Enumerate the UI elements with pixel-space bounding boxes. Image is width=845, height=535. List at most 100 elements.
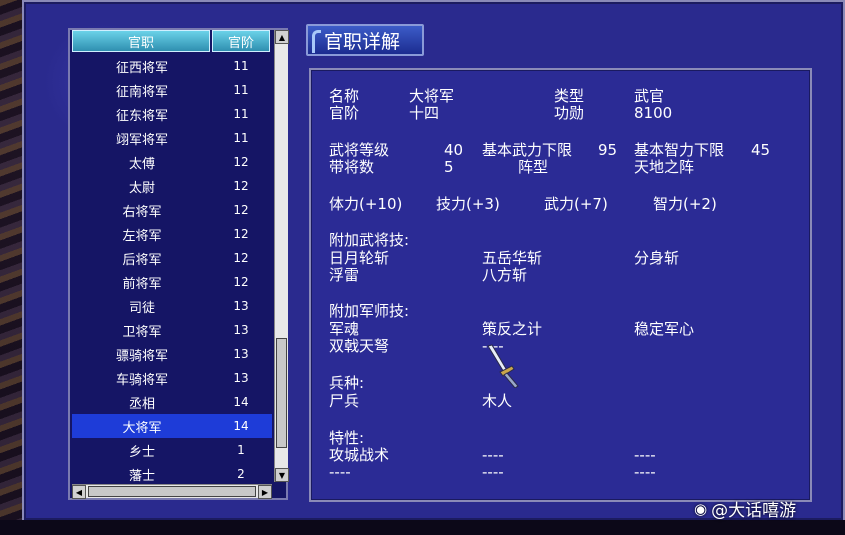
rank-list-item-name: 丞相 xyxy=(128,396,155,412)
rank-list: 征西将军 11 征南将军 11 征东将军 11 翊军将军 11 太傅 12 太尉 12 右将军 12 左将军… xyxy=(72,54,272,486)
rank-list-item-name: 骠骑将军 xyxy=(115,348,168,364)
rank-list-item[interactable]: 后将军 12 xyxy=(72,246,272,270)
rank-list-item-rank: 14 xyxy=(233,419,249,433)
merit-label: 功勋 xyxy=(554,104,585,122)
rank-list-item-rank: 11 xyxy=(233,83,249,97)
rank-list-item-rank: 13 xyxy=(233,371,249,385)
general-skill: 分身斩 xyxy=(634,249,680,267)
rank-list-item[interactable]: 太尉 12 xyxy=(72,174,272,198)
rank-list-item[interactable]: 藩士 2 xyxy=(72,462,272,486)
column-header-name[interactable]: 官职 xyxy=(72,30,210,52)
scroll-left-icon[interactable]: ◀ xyxy=(72,485,86,499)
formation-label: 阵型 xyxy=(518,158,549,176)
trait: ---- xyxy=(482,463,504,481)
column-header-rank[interactable]: 官阶 xyxy=(212,30,270,52)
rank-list-item-name: 左将军 xyxy=(122,228,162,244)
bonus-hp: 体力(+10) xyxy=(329,195,403,213)
rank-list-item-name: 前将军 xyxy=(122,276,162,292)
rank-list-item[interactable]: 骠骑将军 13 xyxy=(72,342,272,366)
generals-value: 5 xyxy=(444,158,454,176)
weibo-icon: ◉ xyxy=(694,499,708,518)
rank-list-item[interactable]: 翊军将军 11 xyxy=(72,126,272,150)
min-force-value: 95 xyxy=(598,141,618,159)
rank-value: 十四 xyxy=(409,104,440,122)
strategist-skill: 稳定军心 xyxy=(634,320,695,338)
sword-cursor-icon xyxy=(487,344,519,388)
rank-list-item[interactable]: 征南将军 11 xyxy=(72,78,272,102)
rank-list-item-rank: 13 xyxy=(233,299,249,313)
horizontal-scroll-thumb[interactable] xyxy=(88,486,256,497)
formation-value: 天地之阵 xyxy=(634,158,695,176)
rank-list-item-rank: 13 xyxy=(233,347,249,361)
rank-list-item-name: 藩士 xyxy=(128,468,155,484)
level-label: 武将等级 xyxy=(329,141,390,159)
list-header: 官职 官阶 xyxy=(72,30,272,52)
scroll-down-icon[interactable]: ▼ xyxy=(275,468,289,482)
min-intel-value: 45 xyxy=(751,141,771,159)
rank-list-item-rank: 13 xyxy=(233,323,249,337)
rank-list-item[interactable]: 车骑将军 13 xyxy=(72,366,272,390)
rank-list-item-name: 后将军 xyxy=(122,252,162,268)
scroll-up-icon[interactable]: ▲ xyxy=(275,30,289,44)
rank-list-item[interactable]: 太傅 12 xyxy=(72,150,272,174)
rank-list-item[interactable]: 前将军 12 xyxy=(72,270,272,294)
trait: ---- xyxy=(482,446,504,464)
rank-list-item-rank: 12 xyxy=(233,203,249,217)
rank-list-item-name: 翊军将军 xyxy=(115,132,168,148)
detail-title: 官职详解 xyxy=(306,24,424,56)
min-intel-label: 基本智力下限 xyxy=(634,141,725,159)
general-skill: 八方斩 xyxy=(482,266,528,284)
strategist-skills-label: 附加军师技: xyxy=(329,302,410,320)
bottom-border xyxy=(0,520,845,535)
rank-list-item-name: 司徒 xyxy=(128,300,155,316)
rank-list-item-rank: 11 xyxy=(233,131,249,145)
rank-list-item-rank: 12 xyxy=(233,275,249,289)
watermark-text: @大话嘻游 xyxy=(711,501,797,521)
rank-list-item[interactable]: 丞相 14 xyxy=(72,390,272,414)
rank-list-item-rank: 12 xyxy=(233,251,249,265)
rank-list-item-rank: 12 xyxy=(233,227,249,241)
merit-value: 8100 xyxy=(634,104,673,122)
rank-list-item-name: 征西将军 xyxy=(115,60,168,76)
rank-list-item[interactable]: 大将军 14 xyxy=(72,414,272,438)
rank-list-item-name: 太尉 xyxy=(128,180,155,196)
rank-list-item-name: 征东将军 xyxy=(115,108,168,124)
rank-list-item-name: 车骑将军 xyxy=(115,372,168,388)
rank-list-item-name: 太傅 xyxy=(128,156,155,172)
trait: ---- xyxy=(329,463,351,481)
rank-list-panel: 官职 官阶 征西将军 11 征南将军 11 征东将军 11 翊军将军 11 太傅 12 太尉 12 右将… xyxy=(68,28,289,500)
rank-list-item-rank: 14 xyxy=(233,395,249,409)
rank-list-item-rank: 12 xyxy=(233,155,249,169)
rank-list-item-rank: 11 xyxy=(233,59,249,73)
type-value: 武官 xyxy=(634,87,665,105)
rank-list-item-name: 大将军 xyxy=(122,420,162,436)
rank-list-item[interactable]: 征东将军 11 xyxy=(72,102,272,126)
level-value: 40 xyxy=(444,141,464,159)
rank-list-item[interactable]: 右将军 12 xyxy=(72,198,272,222)
rank-list-item-rank: 12 xyxy=(233,179,249,193)
strategist-skill: 策反之计 xyxy=(482,320,543,338)
rank-list-item-name: 乡士 xyxy=(128,444,155,460)
vertical-scroll-thumb[interactable] xyxy=(276,338,287,448)
rank-list-item[interactable]: 司徒 13 xyxy=(72,294,272,318)
vertical-scrollbar[interactable]: ▲ ▼ xyxy=(274,30,289,482)
scroll-right-icon[interactable]: ▶ xyxy=(258,485,272,499)
bonus-force: 武力(+7) xyxy=(544,195,608,213)
strategist-skill: 双戟天弩 xyxy=(329,337,390,355)
strategist-skill: 军魂 xyxy=(329,320,360,338)
rank-list-item-name: 征南将军 xyxy=(115,84,168,100)
rank-list-item[interactable]: 征西将军 11 xyxy=(72,54,272,78)
trait: ---- xyxy=(634,446,656,464)
generals-label: 带将数 xyxy=(329,158,375,176)
detail-panel: 名称 大将军 类型 武官 官阶 十四 功勋 8100 武将等级 40 基本武力下… xyxy=(309,68,812,502)
traits-label: 特性: xyxy=(329,429,365,447)
general-skills-label: 附加武将技: xyxy=(329,231,410,249)
rank-list-item-name: 卫将军 xyxy=(122,324,162,340)
name-value: 大将军 xyxy=(409,87,455,105)
horizontal-scrollbar[interactable]: ◀ ▶ xyxy=(72,484,272,499)
rank-list-item-rank: 1 xyxy=(237,443,245,457)
rank-list-item[interactable]: 乡士 1 xyxy=(72,438,272,462)
rank-list-item[interactable]: 卫将军 13 xyxy=(72,318,272,342)
rank-list-item[interactable]: 左将军 12 xyxy=(72,222,272,246)
troop-type: 木人 xyxy=(482,392,513,410)
